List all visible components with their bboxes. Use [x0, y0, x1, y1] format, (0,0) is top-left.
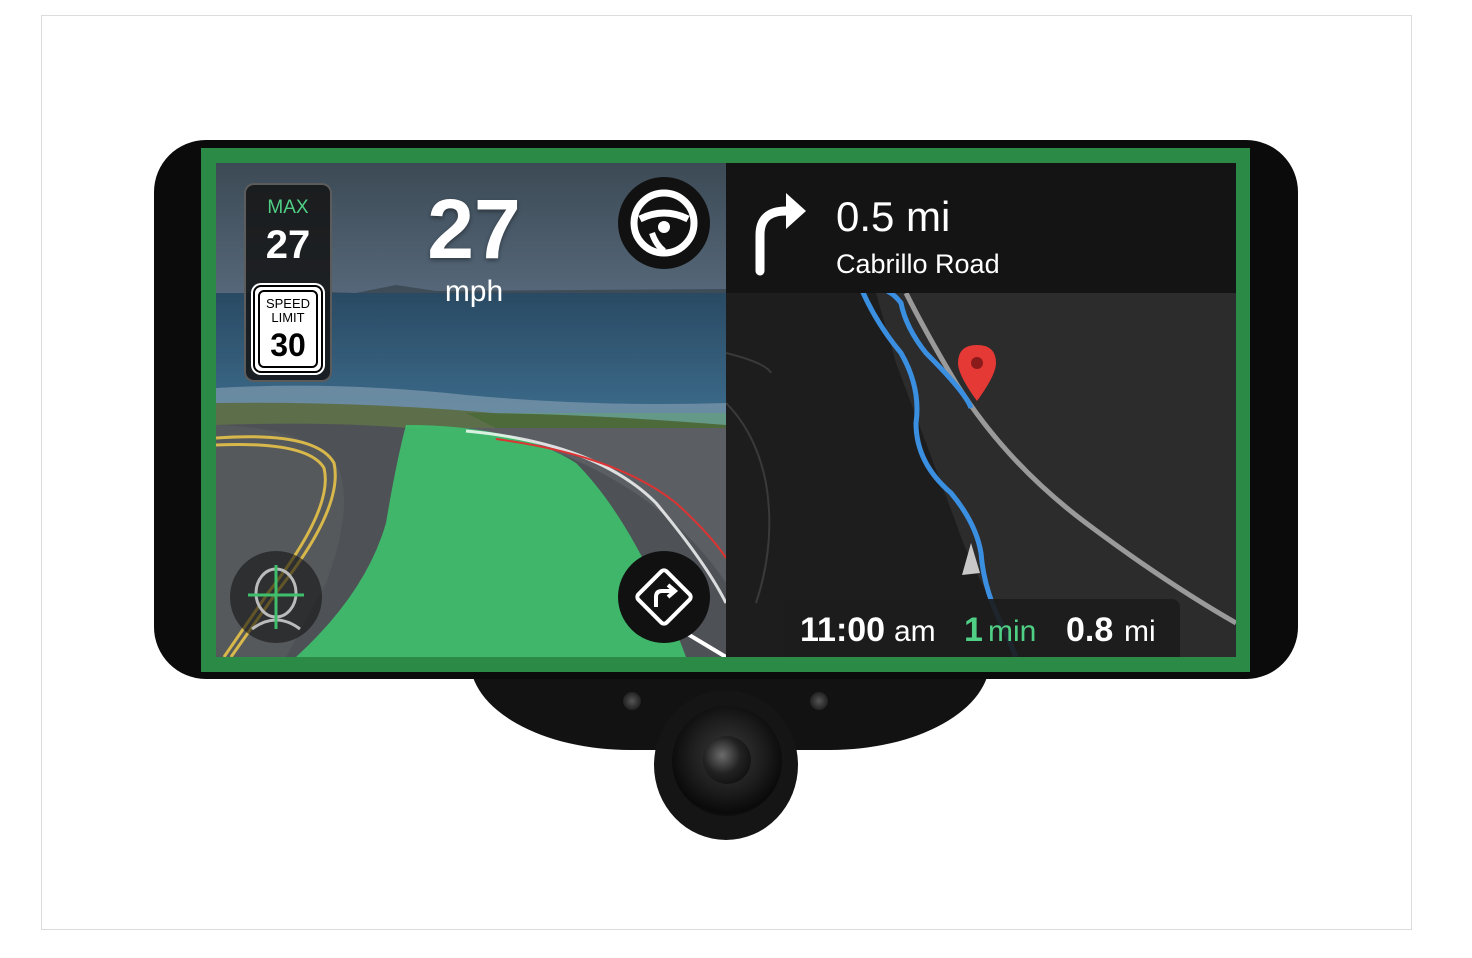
navigation-map: 0.5 mi Cabrillo Road 11:00 am 1 min 0.8 …: [726, 163, 1236, 657]
speed-panel: MAX 27 SPEED LIMIT 30: [244, 183, 332, 382]
duration-unit: min: [988, 615, 1037, 648]
street-name: Cabrillo Road: [836, 249, 1000, 279]
camera-view: MAX 27 SPEED LIMIT 30 27 mph: [216, 163, 726, 657]
remaining-distance-value: 0.8: [1066, 611, 1114, 649]
speed-limit-label-1: SPEED: [265, 296, 311, 311]
camera-lens-glass: [703, 736, 751, 784]
lane-turn-button[interactable]: [618, 551, 710, 643]
turn-sign-icon: [635, 568, 693, 626]
screw-right: [810, 692, 828, 710]
speed-unit: mph: [444, 275, 504, 308]
turn-instruction-panel: 0.5 mi Cabrillo Road: [726, 163, 1236, 293]
speed-limit-value: 30: [270, 327, 306, 363]
max-speed-value: 27: [265, 223, 311, 267]
steering-button[interactable]: [618, 177, 710, 269]
steering-wheel-icon: [630, 189, 698, 257]
speed-limit-label-2: LIMIT: [271, 310, 305, 325]
driver-monitor-icon: [248, 565, 304, 631]
eta-bar: 11:00 am 1 min 0.8 mi: [784, 599, 1180, 657]
speed-limit-sign: SPEED LIMIT 30: [253, 285, 323, 373]
max-speed-label: MAX: [267, 197, 309, 218]
turn-right-arrow-icon: [755, 193, 806, 276]
current-speed: 27: [427, 182, 521, 276]
arrival-period: am: [894, 615, 936, 648]
duration-value: 1: [964, 611, 983, 649]
driver-monitor-button[interactable]: [230, 551, 322, 643]
remaining-distance-unit: mi: [1124, 615, 1156, 648]
turn-distance: 0.5 mi: [836, 193, 951, 240]
arrival-time: 11:00: [800, 611, 886, 649]
screw-left: [623, 692, 641, 710]
